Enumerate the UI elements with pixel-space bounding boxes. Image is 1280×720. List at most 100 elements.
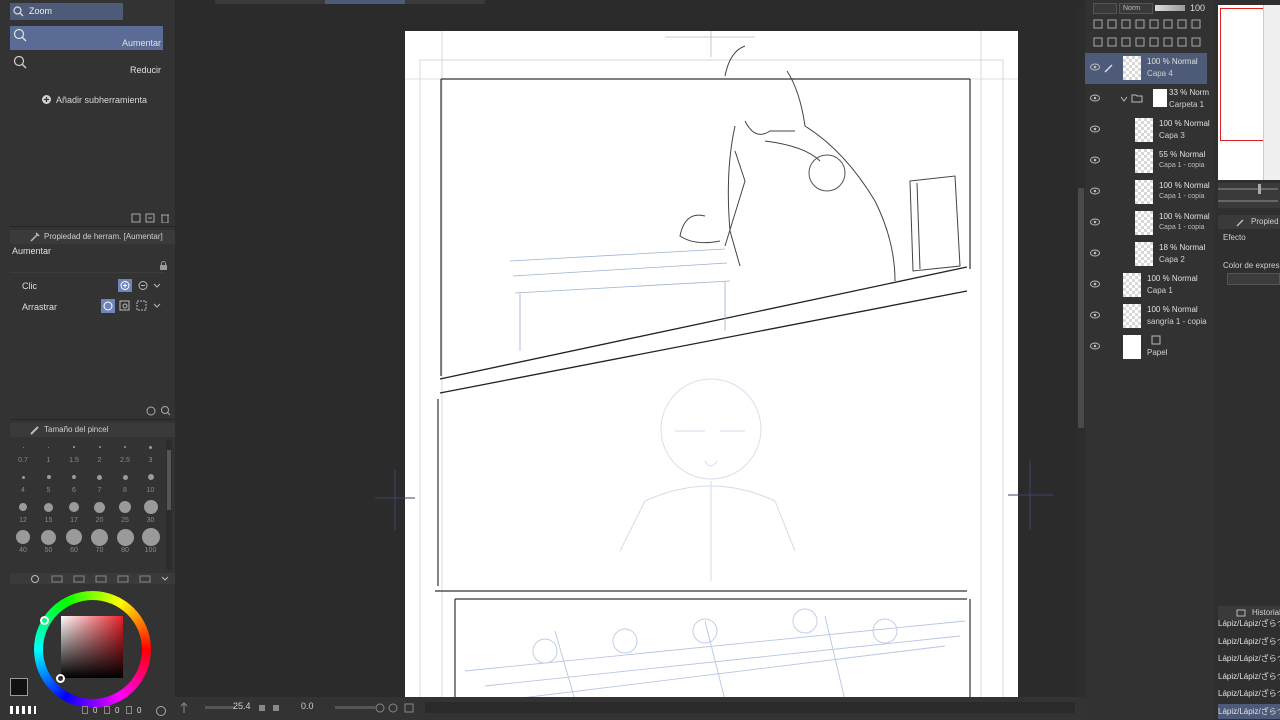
- canvas-paper[interactable]: [405, 31, 1018, 700]
- brush-size-cell[interactable]: 0.7: [11, 440, 35, 468]
- slider-1[interactable]: [1218, 188, 1278, 190]
- brush-size-cell[interactable]: 1: [37, 440, 61, 468]
- brush-size-cell[interactable]: 15: [37, 500, 61, 528]
- layer-row[interactable]: Papel: [1085, 332, 1207, 363]
- layer-tool-row-2[interactable]: [1093, 36, 1211, 48]
- arrastrar-options[interactable]: [118, 299, 162, 313]
- brush-size-cell[interactable]: 12: [11, 500, 35, 528]
- transparent-color[interactable]: [10, 706, 36, 714]
- color-settings-icon[interactable]: [155, 705, 167, 717]
- history-item[interactable]: Lápiz/Lápiz/ざらつ: [1218, 686, 1280, 701]
- brush-size-cell[interactable]: 100: [139, 528, 163, 558]
- brush-size-cell[interactable]: 40: [11, 530, 35, 558]
- trash-icon[interactable]: [160, 213, 170, 223]
- brush-size-cell[interactable]: 2: [88, 440, 112, 468]
- rotation-value[interactable]: 0.0: [301, 701, 314, 711]
- brush-size-cell[interactable]: 5: [37, 470, 61, 498]
- history-item[interactable]: Lápiz/Lápiz/ざらつ: [1218, 669, 1280, 684]
- arrastrar-option-1[interactable]: [101, 299, 115, 313]
- slider-2[interactable]: [1218, 200, 1278, 202]
- brush-size-cell[interactable]: 80: [113, 528, 137, 558]
- color-tabs[interactable]: [10, 573, 175, 584]
- folder-thumbnail: [1153, 89, 1167, 107]
- brush-size-cell[interactable]: 4: [11, 470, 35, 498]
- layer-row[interactable]: 55 % Normal Capa 1 - copia: [1085, 146, 1207, 177]
- eye-icon[interactable]: [1090, 63, 1100, 71]
- eye-icon[interactable]: [1090, 311, 1100, 319]
- color-expression-select[interactable]: [1227, 273, 1280, 285]
- brush-size-cell[interactable]: 2.5: [113, 440, 137, 468]
- layer-row[interactable]: 100 % Normal Capa 1 - copia: [1085, 177, 1210, 208]
- history-item[interactable]: Lápiz/Lápiz/ざらつ: [1218, 616, 1280, 631]
- brush-size-cell[interactable]: 1.5: [62, 440, 86, 468]
- zoom-slider[interactable]: [205, 706, 235, 709]
- brush-size-cell[interactable]: 6: [62, 470, 86, 498]
- subtool-reducir[interactable]: Reducir: [10, 53, 163, 77]
- opacity-slider[interactable]: [1155, 5, 1185, 11]
- brush-size-cell[interactable]: 10: [139, 470, 163, 498]
- navigator-preview[interactable]: [1218, 5, 1280, 180]
- eye-icon[interactable]: [1090, 342, 1100, 350]
- navigator-icon[interactable]: [179, 702, 189, 714]
- eye-icon[interactable]: [1090, 94, 1100, 102]
- layer-row[interactable]: 100 % Normal Capa 4: [1085, 53, 1207, 84]
- chevron-down-icon[interactable]: [1120, 96, 1128, 102]
- clic-zoom-in-option[interactable]: [118, 279, 132, 292]
- brush-size-cell[interactable]: 25: [113, 500, 137, 528]
- zoom-tool-header[interactable]: Zoom: [10, 3, 123, 20]
- opacity-value[interactable]: 100: [1190, 3, 1205, 13]
- clic-zoom-out-option[interactable]: [136, 279, 162, 292]
- zoom-value[interactable]: 25.4: [233, 701, 251, 711]
- slider-1-handle[interactable]: [1258, 184, 1261, 194]
- navigator-sliders[interactable]: [1218, 183, 1280, 208]
- eye-icon[interactable]: [1090, 280, 1100, 288]
- layer-row[interactable]: 18 % Normal Capa 2: [1085, 239, 1207, 270]
- scroll-thumb[interactable]: [167, 450, 171, 510]
- layer-row[interactable]: 33 % Norm Carpeta 1: [1085, 84, 1209, 115]
- canvas-hscroll[interactable]: [425, 702, 1075, 713]
- new-subtool-icon[interactable]: [145, 213, 155, 223]
- brush-size-cell[interactable]: 8: [113, 470, 137, 498]
- color-tab-icons[interactable]: [30, 574, 170, 584]
- brush-size-cell[interactable]: 17: [62, 500, 86, 528]
- brush-size-cell[interactable]: 70: [88, 528, 112, 558]
- rotation-slider[interactable]: [335, 706, 375, 709]
- layer-row[interactable]: 100 % Normal Capa 1: [1085, 270, 1207, 301]
- brush-scrollbar[interactable]: [166, 440, 172, 570]
- brush-size-cell[interactable]: 20: [88, 500, 112, 528]
- zoom-buttons[interactable]: [259, 703, 289, 713]
- brush-size-cell[interactable]: 3: [139, 440, 163, 468]
- active-tab[interactable]: [325, 0, 405, 4]
- eye-icon[interactable]: [1090, 218, 1100, 226]
- brush-size-cell[interactable]: 30: [139, 500, 163, 528]
- sv-handle[interactable]: [56, 674, 65, 683]
- eye-icon[interactable]: [1090, 156, 1100, 164]
- canvas-vscroll[interactable]: [1077, 8, 1085, 698]
- brush-size-cell[interactable]: 60: [62, 529, 86, 558]
- layer-tool-row-1[interactable]: [1093, 18, 1211, 30]
- brush-size-cell[interactable]: 50: [37, 529, 61, 558]
- blend-mode-select[interactable]: Norm: [1119, 3, 1153, 14]
- eye-icon[interactable]: [1090, 187, 1100, 195]
- brush-size-cell[interactable]: 7: [88, 470, 112, 498]
- history-item[interactable]: Lápiz/Lápiz/ざらつ: [1218, 651, 1280, 666]
- layer-row[interactable]: 100 % Normal sangría 1 - copia: [1085, 301, 1207, 332]
- history-item[interactable]: Lápiz/Lápiz/ざらつ: [1218, 634, 1280, 649]
- saturation-square[interactable]: [61, 616, 123, 678]
- eye-icon[interactable]: [1090, 125, 1100, 133]
- eye-icon[interactable]: [1090, 249, 1100, 257]
- layer-row[interactable]: 100 % Normal Capa 1 - copia: [1085, 208, 1210, 239]
- subtool-aumentar[interactable]: Aumentar: [10, 26, 163, 50]
- vscroll-thumb[interactable]: [1078, 188, 1084, 428]
- layer-thumbnail: [1123, 273, 1141, 297]
- copy-icon[interactable]: [131, 213, 141, 223]
- rotation-buttons[interactable]: [375, 702, 425, 714]
- add-subtool-button[interactable]: Añadir subherramienta: [42, 94, 162, 106]
- history-item[interactable]: Lápiz/Lápiz/ざらつ: [1218, 703, 1280, 719]
- main-color-swatch[interactable]: [10, 678, 28, 696]
- hue-handle[interactable]: [40, 616, 49, 625]
- lock-icon[interactable]: [159, 261, 168, 270]
- layer-row[interactable]: 100 % Normal Capa 3: [1085, 115, 1210, 146]
- layer-type-toggle[interactable]: [1093, 3, 1117, 14]
- tool-property-actions[interactable]: [146, 405, 172, 417]
